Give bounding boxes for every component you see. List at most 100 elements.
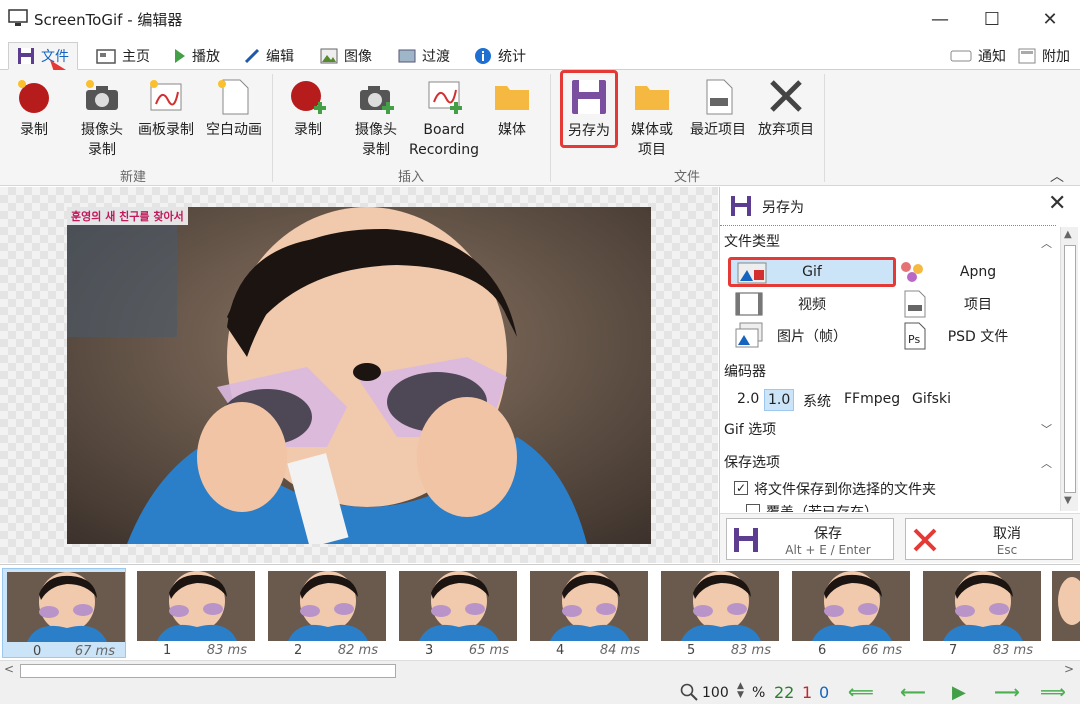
new-webcam-button[interactable]: 摄像头 录制 xyxy=(72,76,132,160)
ribbon-tabs: 文件 主页 播放 编辑 图像 过渡 统计 通知 附加 xyxy=(0,38,1080,70)
frame-image xyxy=(137,571,255,641)
board-icon xyxy=(150,80,182,111)
tab-statistics[interactable]: 统计 xyxy=(466,42,534,70)
insert-record-button[interactable]: 录制 xyxy=(288,76,328,140)
type-gif-option[interactable]: Gif xyxy=(728,257,896,287)
new-board-button[interactable]: 画板录制 xyxy=(134,76,198,140)
previous-frame-icon[interactable]: ⟵ xyxy=(900,682,926,703)
file-type-header[interactable]: 文件类型 xyxy=(724,231,780,251)
preview-image xyxy=(67,207,651,544)
frame-thumbnail-partial[interactable] xyxy=(1052,571,1080,641)
extras-icon xyxy=(1018,48,1036,64)
extra-button[interactable]: 附加 xyxy=(1010,42,1078,70)
discard-project-button[interactable]: 放弃项目 xyxy=(754,76,818,140)
blank-file-icon xyxy=(218,79,249,115)
frame-image xyxy=(661,571,779,641)
frame-thumbnail[interactable]: 5 83 ms xyxy=(657,568,781,658)
collapse-ribbon-icon[interactable]: ︿ xyxy=(1050,166,1064,186)
type-apng-option[interactable]: Apng xyxy=(898,257,1058,287)
cancel-button[interactable]: 取消 Esc xyxy=(905,518,1073,560)
tab-edit[interactable]: 编辑 xyxy=(236,42,302,70)
notify-button[interactable]: 通知 xyxy=(942,42,1014,70)
save-as-icon xyxy=(572,80,606,114)
encoder-gifski[interactable]: Gifski xyxy=(909,389,954,409)
zoom-value[interactable]: 100 xyxy=(702,685,729,701)
group-label-file: 文件 xyxy=(674,170,701,185)
tab-play[interactable]: 播放 xyxy=(166,42,228,70)
save-options-header[interactable]: 保存选项 xyxy=(724,452,780,472)
camera-icon xyxy=(86,80,118,110)
zoom-icon xyxy=(680,683,698,701)
open-media-button[interactable]: 媒体或 项目 xyxy=(626,76,678,160)
scroll-up-icon[interactable]: ▲ xyxy=(1064,229,1072,240)
info-icon xyxy=(475,48,491,64)
first-frame-icon[interactable]: ⟸ xyxy=(848,682,874,703)
zoom-stepper-icon[interactable]: ▲ ▼ xyxy=(737,682,744,700)
encoder-2-0[interactable]: 2.0 xyxy=(734,389,762,409)
next-frame-icon[interactable]: ⟶ xyxy=(994,682,1020,703)
save-to-folder-label: 将文件保存到你选择的文件夹 xyxy=(754,482,936,498)
type-video-option[interactable]: 视频 xyxy=(728,289,896,319)
expand-chevron-icon[interactable]: ﹀ xyxy=(1041,421,1052,437)
type-image-option[interactable]: 图片（帧） xyxy=(728,321,896,351)
divider xyxy=(720,225,1056,226)
encoder-1-0[interactable]: 1.0 xyxy=(764,389,795,411)
last-frame-icon[interactable]: ⟹ xyxy=(1040,682,1066,703)
encoder-system[interactable]: 系统 xyxy=(800,389,834,413)
scroll-right-icon[interactable]: > xyxy=(1064,662,1074,676)
save-as-button[interactable]: 另存为 xyxy=(560,70,618,148)
app-icon xyxy=(8,9,28,26)
new-record-button[interactable]: 录制 xyxy=(14,76,54,140)
new-blank-button[interactable]: 空白动画 xyxy=(202,76,266,140)
close-button[interactable]: ✕ xyxy=(1024,0,1076,38)
save-to-folder-checkbox[interactable]: ✓ xyxy=(734,481,748,495)
play-frames-icon[interactable]: ▶ xyxy=(952,682,966,703)
record-add-icon xyxy=(291,81,326,114)
folder-icon xyxy=(495,86,529,110)
transition-icon xyxy=(398,49,416,63)
ribbon-separator xyxy=(550,74,551,182)
frame-count-selected: 1 xyxy=(802,683,813,702)
title-bar: ScreenToGif - 编辑器 — ☐ ✕ xyxy=(0,0,1080,38)
frame-thumbnail[interactable]: 3 65 ms xyxy=(395,568,519,658)
frame-strip: 0 67 ms 1 83 ms 2 82 ms 3 65 ms 4 84 ms 5 83 m… xyxy=(0,564,1080,660)
tab-image[interactable]: 图像 xyxy=(312,42,380,70)
overwrite-label: 覆盖（若已存在） xyxy=(766,502,878,512)
recent-file-icon xyxy=(706,79,733,115)
frame-thumbnail[interactable]: 2 82 ms xyxy=(264,568,388,658)
insert-media-button[interactable]: 媒体 xyxy=(492,76,532,140)
tab-transition[interactable]: 过渡 xyxy=(390,42,458,70)
recent-projects-button[interactable]: 最近项目 xyxy=(686,76,750,140)
minimize-button[interactable]: — xyxy=(914,0,966,38)
collapse-chevron-icon[interactable]: ︿ xyxy=(1041,455,1052,471)
scroll-down-icon[interactable]: ▼ xyxy=(1064,495,1072,506)
frame-strip-scrollbar[interactable]: < > xyxy=(0,660,1080,680)
scrollbar-thumb[interactable] xyxy=(20,664,396,678)
close-panel-icon[interactable]: ✕ xyxy=(1048,191,1066,216)
frame-thumbnail[interactable]: 7 83 ms xyxy=(919,568,1043,658)
save-button[interactable]: 保存 Alt + E / Enter xyxy=(726,518,894,560)
frame-thumbnail[interactable]: 1 83 ms xyxy=(133,568,257,658)
overwrite-checkbox[interactable] xyxy=(746,504,760,512)
frame-image xyxy=(268,571,386,641)
group-label-new: 新建 xyxy=(120,170,147,185)
insert-webcam-button[interactable]: 摄像头 录制 xyxy=(346,76,406,160)
gif-options-header[interactable]: Gif 选项 xyxy=(724,419,776,439)
type-psd-option[interactable]: Ps PSD 文件 xyxy=(898,321,1058,351)
frame-thumbnail[interactable]: 6 66 ms xyxy=(788,568,912,658)
play-icon xyxy=(175,49,185,63)
encoder-ffmpeg[interactable]: FFmpeg xyxy=(841,389,903,409)
scrollbar-thumb[interactable] xyxy=(1064,245,1076,493)
insert-board-button[interactable]: Board Recording xyxy=(408,76,480,160)
maximize-button[interactable]: ☐ xyxy=(966,0,1018,38)
frame-thumbnail[interactable]: 4 84 ms xyxy=(526,568,650,658)
type-project-option[interactable]: 项目 xyxy=(898,289,1058,319)
panel-scrollbar[interactable]: ▲ ▼ xyxy=(1060,227,1078,511)
collapse-chevron-icon[interactable]: ︿ xyxy=(1041,235,1052,251)
save-icon xyxy=(18,48,34,64)
frame-thumbnail[interactable]: 0 67 ms xyxy=(2,568,126,659)
scroll-left-icon[interactable]: < xyxy=(4,662,14,676)
pencil-icon xyxy=(244,48,260,64)
record-icon xyxy=(18,80,49,113)
frame-image xyxy=(792,571,910,641)
